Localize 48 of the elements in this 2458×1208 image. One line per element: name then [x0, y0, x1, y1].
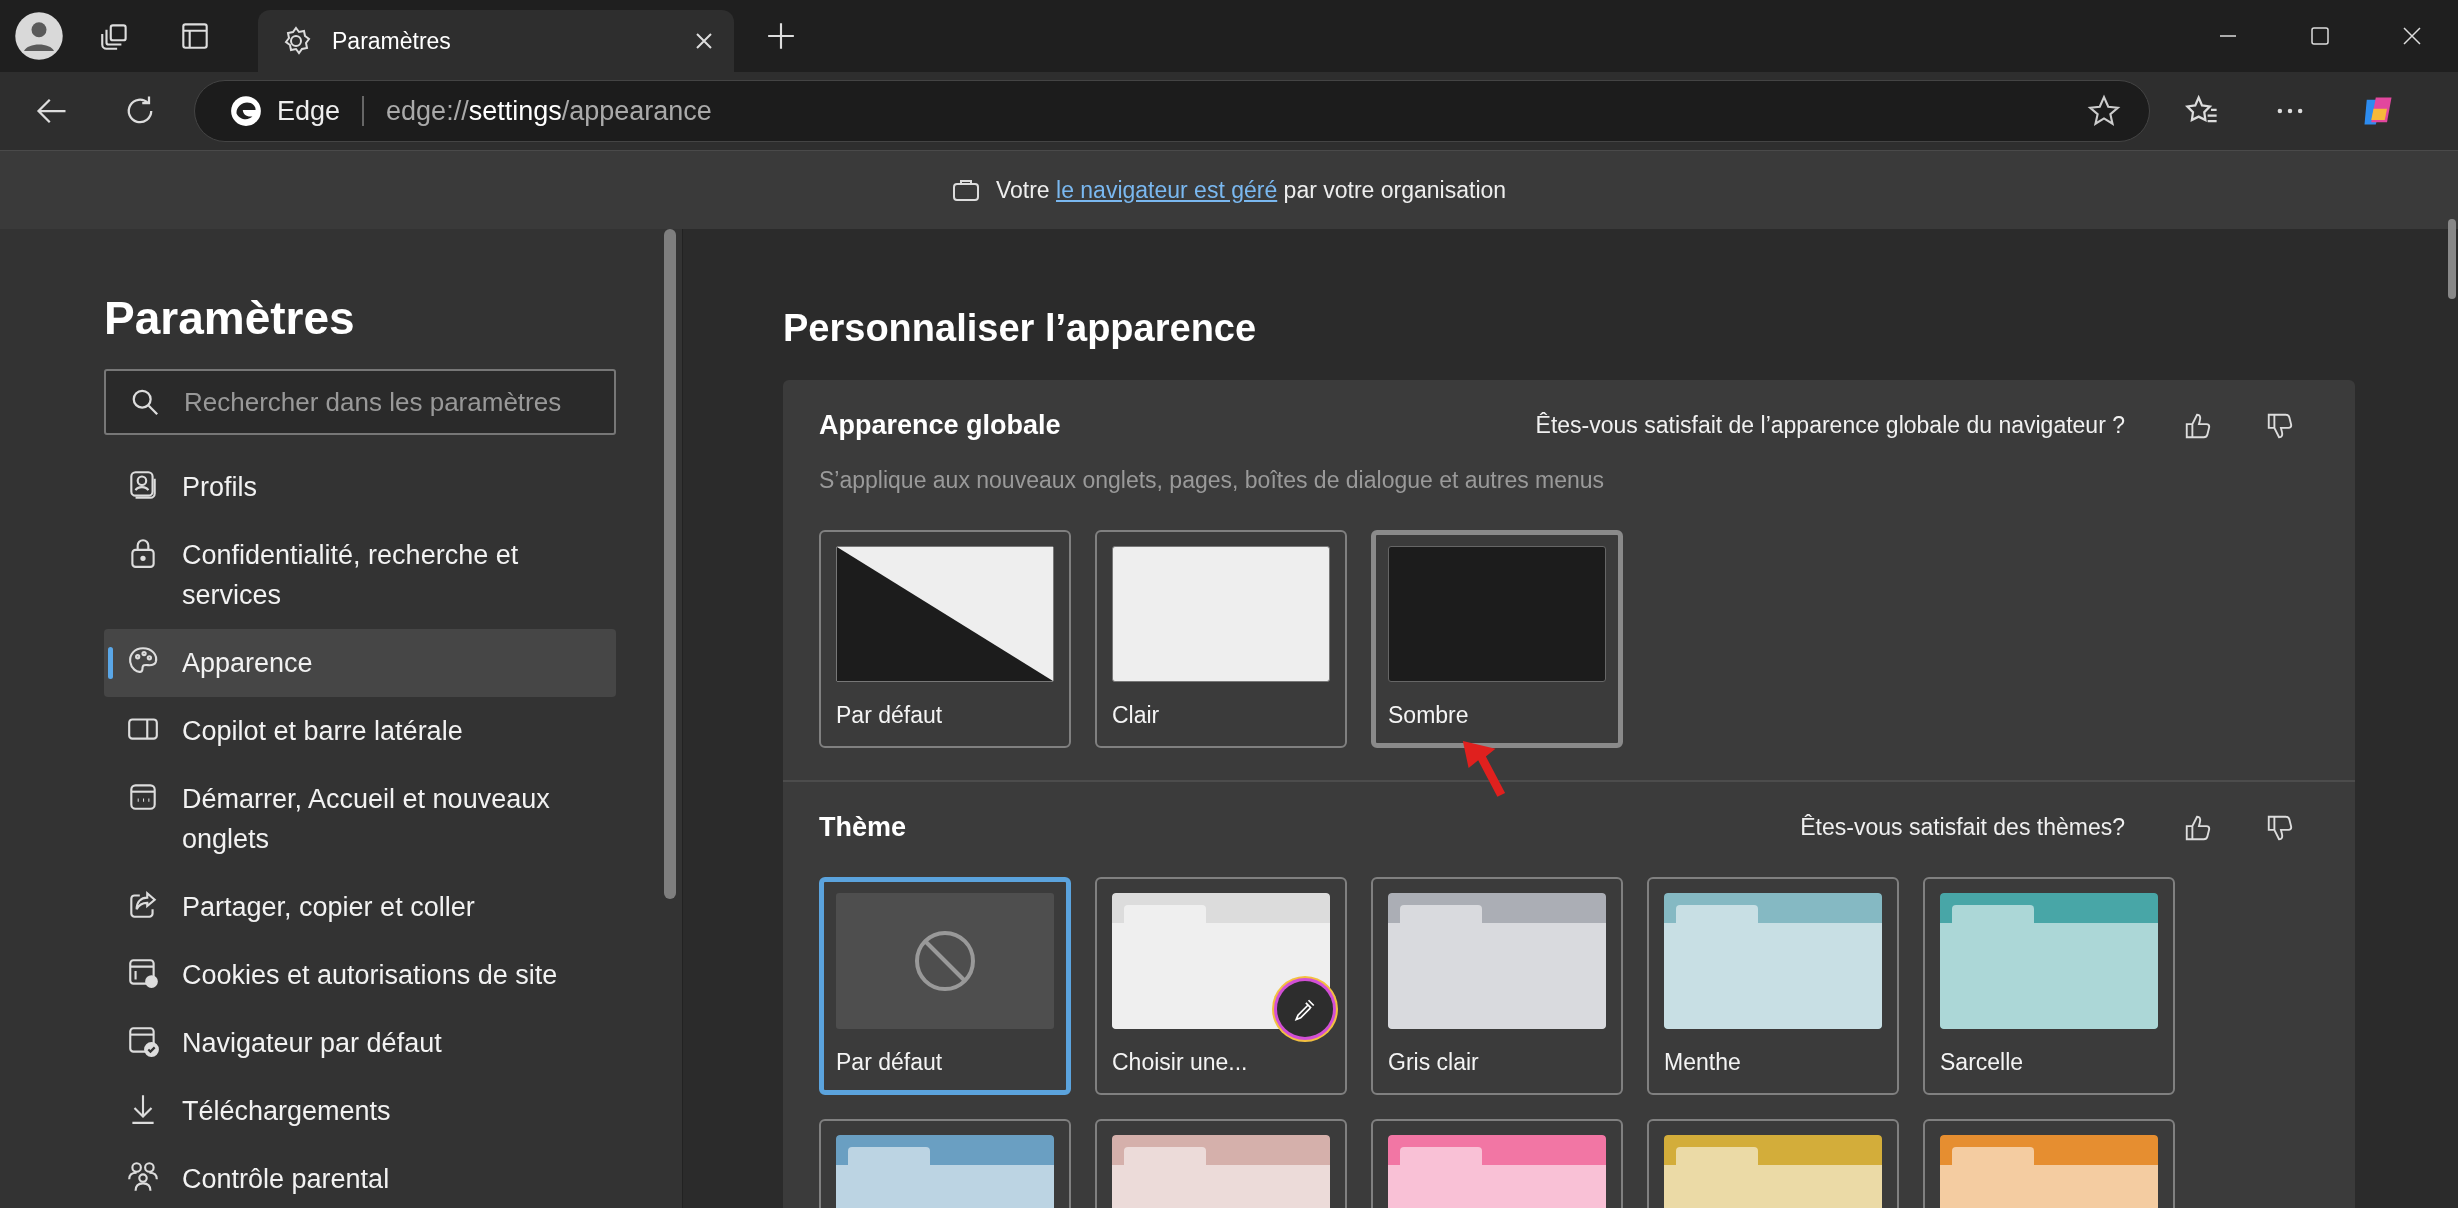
- site-permissions-icon: [126, 956, 160, 990]
- sidebar-item[interactable]: Copilot et barre latérale: [104, 697, 616, 765]
- theme-option[interactable]: Menthe: [1647, 877, 1899, 1095]
- briefcase-icon: [951, 178, 980, 202]
- site-label: Edge: [277, 95, 341, 127]
- feedback-question: Êtes-vous satisfait de l’apparence globale du navigateur ?: [1535, 412, 2125, 439]
- sidebar-item[interactable]: Téléchargements: [104, 1077, 616, 1145]
- appearance-option[interactable]: Clair: [1095, 530, 1347, 748]
- appearance-option[interactable]: Sombre: [1371, 530, 1623, 748]
- family-icon: [126, 1160, 160, 1194]
- close-icon[interactable]: [2402, 26, 2422, 46]
- url-text: edge://settings/appearance: [386, 95, 712, 127]
- address-bar[interactable]: Edge edge://settings/appearance: [194, 80, 2150, 142]
- settings-title: Paramètres: [104, 291, 356, 345]
- profile-avatar-icon[interactable]: [14, 11, 64, 61]
- sidebar-item[interactable]: Cookies et autorisations de site: [104, 941, 616, 1009]
- section-title: Apparence globale: [819, 410, 1062, 441]
- browser-logo-icon: [229, 94, 263, 128]
- theme-option[interactable]: Choisir une...: [1095, 877, 1347, 1095]
- maximize-icon[interactable]: [2310, 26, 2330, 46]
- sidebar-item[interactable]: Partager, copier et coller: [104, 873, 616, 941]
- close-tab-icon[interactable]: [694, 31, 714, 51]
- no-theme-icon: [913, 929, 977, 993]
- sidebar-item[interactable]: Contrôle parental: [104, 1145, 616, 1208]
- theme-option[interactable]: Sarcelle: [1923, 877, 2175, 1095]
- sidebar-item[interactable]: Navigateur par défaut: [104, 1009, 616, 1077]
- section-title: Thème: [819, 812, 908, 843]
- search-field[interactable]: Rechercher dans les paramètres: [104, 369, 616, 435]
- managed-browser-link[interactable]: le navigateur est géré: [1056, 176, 1278, 203]
- sidebar-item[interactable]: Profils: [104, 453, 616, 521]
- sidebar-scrollbar[interactable]: [664, 229, 676, 899]
- search-icon: [130, 387, 160, 417]
- sidebar-item[interactable]: Apparence: [104, 629, 616, 697]
- selection-indicator: [108, 647, 113, 679]
- browser-tab[interactable]: Paramètres: [258, 10, 734, 72]
- page-heading: Personnaliser l’apparence: [783, 307, 1258, 350]
- star-icon[interactable]: [2087, 94, 2121, 128]
- appearance-option[interactable]: Par défaut: [819, 530, 1071, 748]
- theme-option[interactable]: Par défaut: [819, 877, 1071, 1095]
- theme-option[interactable]: Gris clair: [1371, 877, 1623, 1095]
- new-tab-icon[interactable]: [766, 21, 796, 51]
- sidebar-item[interactable]: Démarrer, Accueil et nouveaux onglets: [104, 765, 616, 873]
- managed-browser-message: Votre le navigateur est géré par votre organisation: [995, 176, 1507, 204]
- section-description: S’applique aux nouveaux onglets, pages, boîtes de dialogue et autres menus: [819, 467, 1606, 494]
- page-scrollbar[interactable]: [2448, 219, 2456, 299]
- default-browser-icon: [126, 1024, 160, 1058]
- sidebar-item[interactable]: Confidentialité, recherche et services: [104, 521, 616, 629]
- feedback-question: Êtes-vous satisfait des thèmes?: [1800, 814, 2125, 841]
